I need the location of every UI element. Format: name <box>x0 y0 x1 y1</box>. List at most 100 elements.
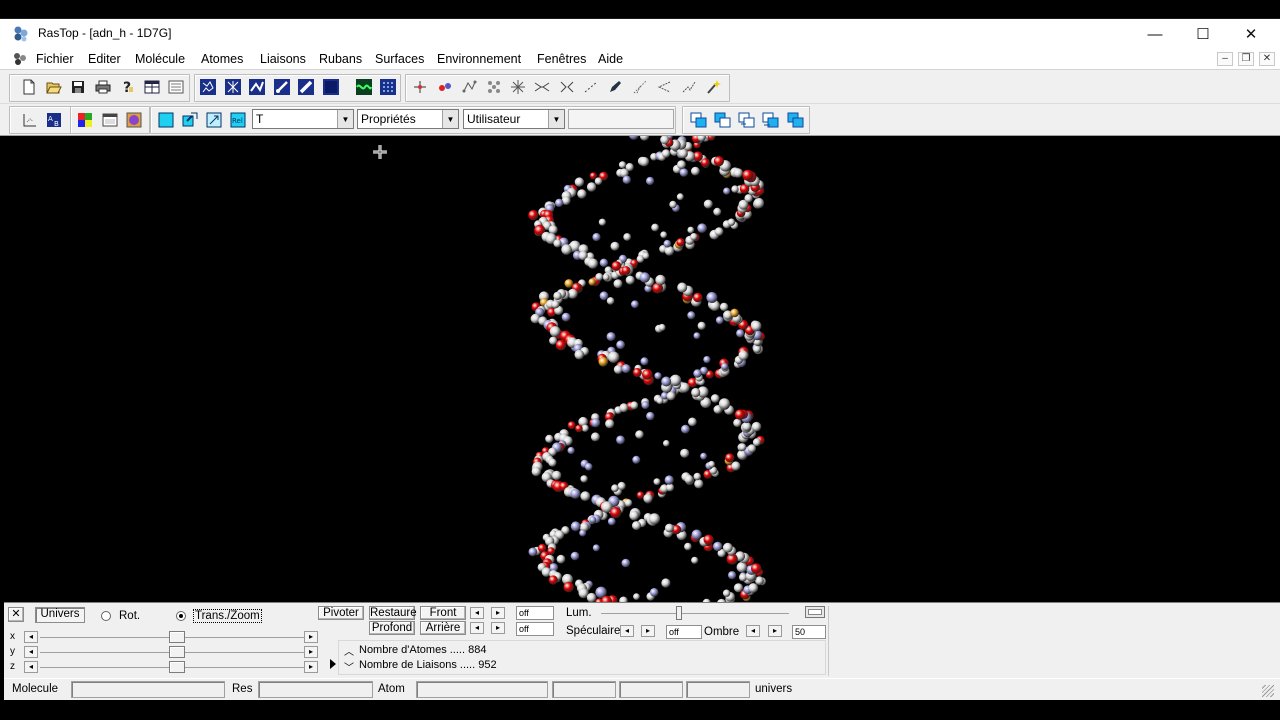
atom[interactable] <box>734 409 746 420</box>
atom[interactable] <box>679 168 689 177</box>
atom[interactable] <box>623 233 632 241</box>
atom[interactable] <box>722 542 733 553</box>
arriere-increase-button[interactable]: ▸ <box>491 622 505 634</box>
atom[interactable] <box>733 418 742 428</box>
atom[interactable] <box>590 432 600 442</box>
atom[interactable] <box>555 198 564 208</box>
atom[interactable] <box>719 302 729 312</box>
atom[interactable] <box>733 168 743 178</box>
atom[interactable] <box>669 374 682 386</box>
restaure-button[interactable]: Restaure <box>369 606 417 620</box>
torsion-button[interactable] <box>533 78 551 96</box>
atom[interactable] <box>588 278 596 286</box>
select-label-button[interactable]: Rel <box>229 111 247 129</box>
atom[interactable] <box>700 452 707 460</box>
atom[interactable] <box>690 233 698 241</box>
atom[interactable] <box>715 316 724 325</box>
atom[interactable] <box>567 446 575 455</box>
atom[interactable] <box>606 297 615 305</box>
expand-arrow-icon[interactable] <box>330 659 336 669</box>
atom[interactable] <box>658 323 666 332</box>
atom[interactable] <box>613 365 623 374</box>
atom[interactable] <box>751 320 762 332</box>
atom[interactable] <box>639 136 650 141</box>
menu-editer[interactable]: Editer <box>88 52 121 66</box>
atom[interactable] <box>681 424 690 434</box>
atom[interactable] <box>538 543 547 553</box>
atom[interactable] <box>580 491 591 502</box>
group-atoms-button[interactable] <box>485 78 503 96</box>
atom[interactable] <box>552 470 562 481</box>
atom[interactable] <box>551 300 560 309</box>
print-button[interactable] <box>94 78 112 96</box>
world-button-3[interactable] <box>738 111 756 129</box>
atom[interactable] <box>592 233 601 242</box>
atom[interactable] <box>631 300 639 309</box>
atom[interactable] <box>607 517 616 526</box>
atom[interactable] <box>563 581 574 593</box>
chevron-down-icon[interactable]: ▼ <box>442 110 458 128</box>
atom[interactable] <box>703 356 711 364</box>
menu-rubans[interactable]: Rubans <box>319 52 362 66</box>
magic-wand-button[interactable] <box>704 78 722 96</box>
atom[interactable] <box>622 175 631 184</box>
atom[interactable] <box>669 200 677 209</box>
atom[interactable] <box>666 391 676 401</box>
close-panel-button[interactable]: ✕ <box>8 607 24 622</box>
atom[interactable] <box>751 421 762 432</box>
atom[interactable] <box>592 544 600 552</box>
selection-text-field[interactable] <box>568 109 674 129</box>
document-system-icon[interactable] <box>12 52 28 66</box>
close-window-button[interactable]: ✕ <box>1228 19 1274 49</box>
color-picker-button[interactable] <box>805 606 825 618</box>
atom[interactable] <box>728 571 737 580</box>
atom[interactable] <box>617 481 626 491</box>
atom[interactable] <box>599 258 609 267</box>
atom[interactable] <box>663 440 670 447</box>
atom[interactable] <box>606 332 616 342</box>
atom[interactable] <box>649 588 659 597</box>
atom[interactable] <box>660 231 668 239</box>
atom[interactable] <box>574 349 585 360</box>
atom[interactable] <box>664 246 675 256</box>
atom[interactable] <box>548 458 557 467</box>
help-button[interactable]: ? <box>118 78 136 96</box>
atom[interactable] <box>561 312 571 322</box>
atom[interactable] <box>548 225 558 235</box>
atom[interactable] <box>613 279 623 289</box>
atom[interactable] <box>611 484 619 493</box>
select-invert-button[interactable] <box>205 111 223 129</box>
atom[interactable] <box>677 160 686 169</box>
resize-grip-icon[interactable] <box>1262 685 1274 697</box>
axis-x-slider-thumb[interactable] <box>168 631 185 643</box>
axis-y-slider-thumb[interactable] <box>168 646 185 658</box>
atom[interactable] <box>570 551 580 561</box>
atom[interactable] <box>608 351 620 363</box>
profond-button[interactable]: Profond <box>369 621 415 635</box>
rot-radio[interactable] <box>101 611 111 621</box>
trans-zoom-radio[interactable] <box>176 611 186 621</box>
atom[interactable] <box>687 226 695 234</box>
atom[interactable] <box>553 239 562 248</box>
atom[interactable] <box>688 417 697 427</box>
atom[interactable] <box>577 189 587 199</box>
ball-stick-button[interactable] <box>273 78 291 96</box>
atom[interactable] <box>703 199 713 209</box>
wireframe-button[interactable] <box>199 78 217 96</box>
atom[interactable] <box>629 136 639 140</box>
atom[interactable] <box>700 158 710 168</box>
menu-atomes[interactable]: Atomes <box>201 52 243 66</box>
atom[interactable] <box>748 583 759 593</box>
atom[interactable] <box>703 534 714 545</box>
lum-slider-track[interactable] <box>601 613 789 614</box>
angle-button[interactable] <box>509 78 527 96</box>
menu-surfaces[interactable]: Surfaces <box>375 52 424 66</box>
layout-grid-button[interactable] <box>143 78 161 96</box>
atom[interactable] <box>679 382 690 393</box>
atom[interactable] <box>587 258 599 269</box>
menu-environnement[interactable]: Environnement <box>437 52 521 66</box>
atom[interactable] <box>640 357 649 366</box>
atom[interactable] <box>618 161 627 169</box>
atom[interactable] <box>589 516 597 524</box>
atom[interactable] <box>664 475 674 485</box>
